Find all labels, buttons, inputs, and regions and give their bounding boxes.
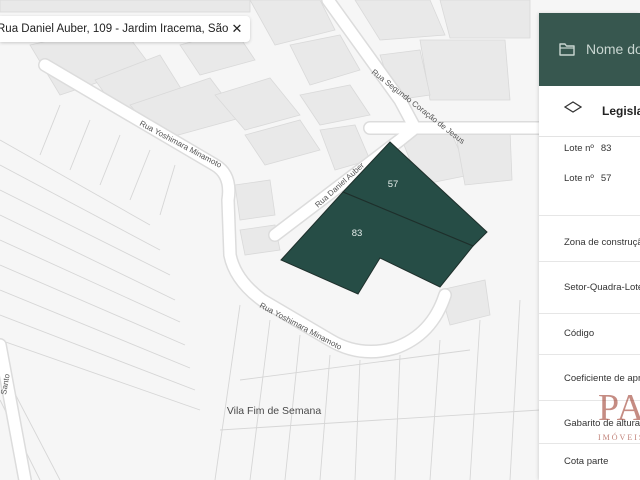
lot-row-label: Lote nº <box>564 173 594 184</box>
divider <box>539 261 640 262</box>
divider <box>539 443 640 444</box>
legislation-section[interactable]: Legisla <box>539 86 640 137</box>
divider <box>539 313 640 314</box>
search-address-pill[interactable]: Rua Daniel Auber, 109 - Jardim Iracema, … <box>0 16 250 42</box>
lot-row-57: Lote nº 57 <box>564 173 611 184</box>
lot-row-label: Lote nº <box>564 143 594 154</box>
field-cota-parte: Cota parte <box>564 456 609 467</box>
info-panel: Nome do Legisla Lote nº 83 Lote nº 57 Zona… <box>539 13 640 480</box>
field-setor-quadra-lote: Setor-Quadra-Lote <box>564 282 640 293</box>
divider <box>539 354 640 355</box>
lot-row-83: Lote nº 83 <box>564 143 611 154</box>
search-address-text: Rua Daniel Auber, 109 - Jardim Iracema, … <box>0 23 230 35</box>
close-icon[interactable]: ✕ <box>230 21 244 37</box>
divider <box>539 215 640 216</box>
neighborhood-label: Vila Fim de Semana <box>227 405 322 417</box>
divider <box>539 400 640 401</box>
lot-57-label: 57 <box>388 179 399 190</box>
lot-row-value: 83 <box>600 143 612 154</box>
field-codigo: Código <box>564 328 595 339</box>
folder-icon <box>559 43 575 56</box>
panel-header[interactable]: Nome do <box>539 13 640 86</box>
field-zona-construcao: Zona de construção <box>564 237 640 248</box>
legislation-title: Legisla <box>602 104 640 118</box>
field-gabarito: Gabarito de altura <box>564 418 640 429</box>
field-coeficiente: Coeficiente de apr <box>564 373 640 384</box>
lot-83-label: 83 <box>352 228 363 239</box>
diamond-icon <box>564 101 582 113</box>
lot-row-value: 57 <box>600 173 612 184</box>
panel-title: Nome do <box>586 41 640 57</box>
